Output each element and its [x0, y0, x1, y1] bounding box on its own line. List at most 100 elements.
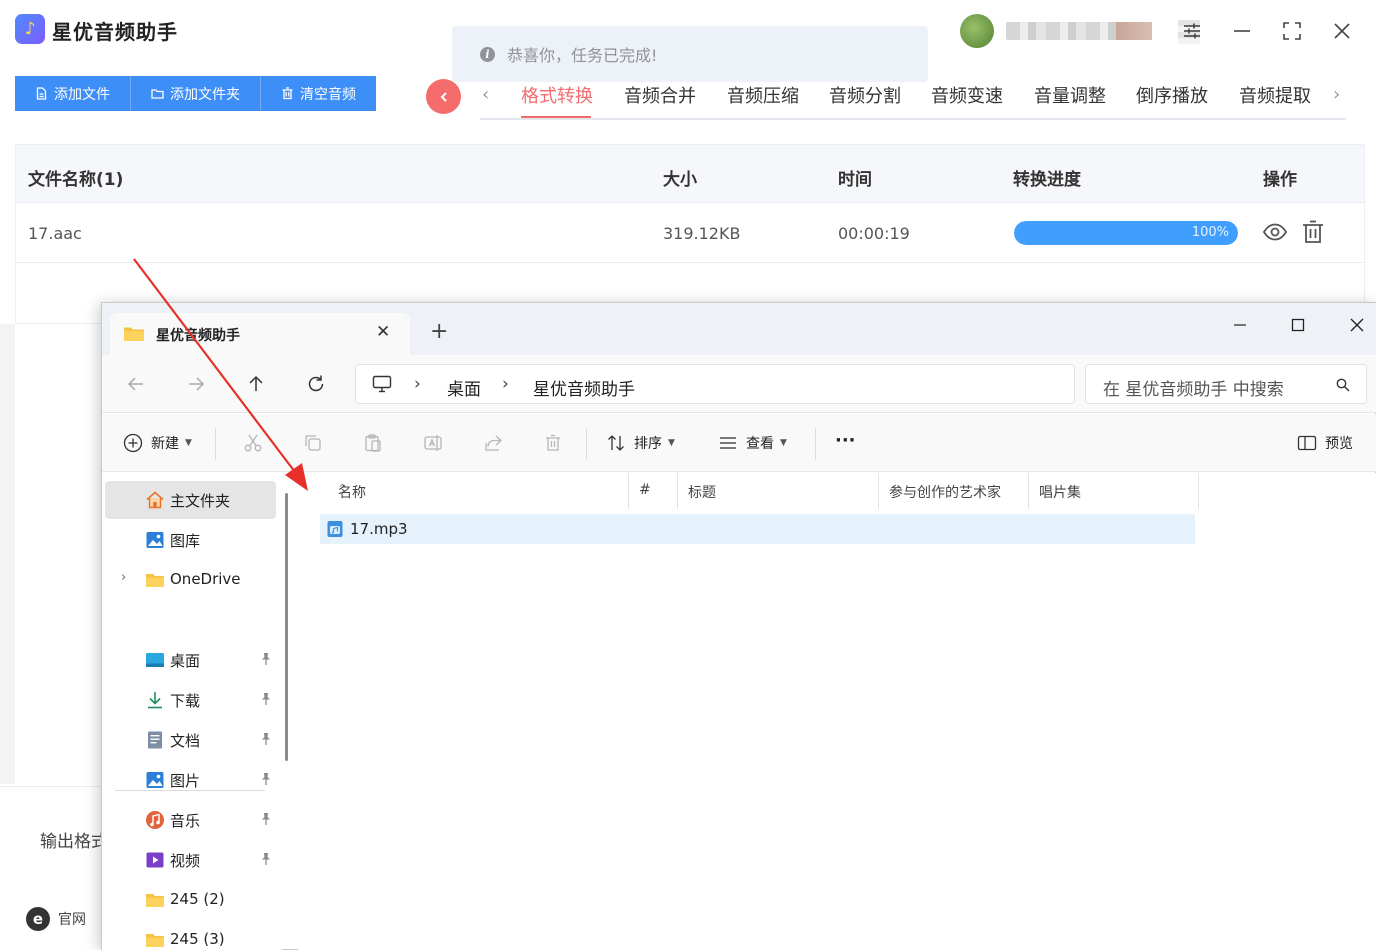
search-input[interactable]: 在 星优音频助手 中搜索 [1085, 364, 1367, 404]
forward-arrow-icon[interactable] [185, 373, 207, 395]
pin-icon[interactable] [260, 732, 272, 746]
sort-button[interactable]: 排序 ▼ [606, 433, 675, 453]
tabs-prev-arrow-icon[interactable]: ‹ [482, 84, 489, 105]
chevron-down-icon: ▼ [780, 438, 787, 448]
document-icon [148, 731, 162, 749]
view-button[interactable]: 查看 ▼ [718, 433, 787, 453]
new-button[interactable]: 新建 ▼ [123, 433, 192, 453]
col-header-album[interactable]: 唱片集 [1029, 473, 1199, 509]
sidebar-item-desktop[interactable]: 桌面 [105, 641, 276, 679]
tab-audio-merge[interactable]: 音频合并 [624, 82, 696, 108]
sidebar-item-label: 245 (3) [170, 930, 225, 948]
sidebar-scrollbar[interactable] [285, 493, 288, 761]
tabs-next-arrow-icon[interactable]: › [1333, 84, 1340, 105]
col-time: 时间 [838, 170, 872, 190]
sidebar-item-pictures[interactable]: 图片 [105, 761, 276, 799]
paste-icon[interactable] [363, 433, 383, 453]
pin-icon[interactable] [260, 812, 272, 826]
expand-chevron-icon[interactable]: › [121, 570, 126, 585]
app-toolbar: 添加文件 添加文件夹 清空音频 [15, 76, 376, 111]
preview-pane-button[interactable]: 预览 [1297, 433, 1353, 453]
address-bar[interactable]: › 桌面 › 星优音频助手 [355, 364, 1075, 404]
list-item[interactable]: 17.mp3 [320, 514, 1195, 544]
file-icon [36, 87, 47, 100]
up-arrow-icon[interactable] [245, 373, 267, 395]
desktop-icon [146, 653, 164, 667]
delete-trash-icon[interactable] [1299, 218, 1327, 246]
sidebar-item-folder-245-3[interactable]: 245 (3) [105, 921, 276, 950]
close-icon[interactable] [1327, 16, 1357, 46]
refresh-icon[interactable] [305, 373, 327, 395]
sidebar-item-home[interactable]: 主文件夹 [105, 481, 276, 519]
download-icon [148, 692, 162, 709]
tab-audio-split[interactable]: 音频分割 [829, 82, 901, 108]
rename-icon[interactable] [423, 433, 443, 453]
tab-audio-compress[interactable]: 音频压缩 [727, 82, 799, 108]
sidebar-item-label: 245 (2) [170, 890, 225, 908]
back-arrow-icon[interactable] [125, 373, 147, 395]
file-explorer-window: 星优音频助手 ✕ + › 桌面 › 星优音频助手 在 星优音频助手 中搜索 新建… [101, 302, 1376, 950]
explorer-maximize-icon[interactable] [1286, 313, 1310, 337]
sidebar-item-downloads[interactable]: 下载 [105, 681, 276, 719]
tab-format-convert[interactable]: 格式转换 [521, 82, 593, 108]
tab-close-icon[interactable]: ✕ [376, 322, 390, 342]
view-label: 查看 [746, 436, 774, 452]
tab-volume-adjust[interactable]: 音量调整 [1034, 82, 1106, 108]
col-file-name: 文件名称(1) [28, 170, 124, 190]
add-folder-button[interactable]: 添加文件夹 [131, 76, 261, 111]
app-background-panel [0, 324, 15, 784]
explorer-tab-title: 星优音频助手 [156, 328, 240, 344]
delete-icon[interactable] [543, 433, 563, 453]
tab-scroll-left-button[interactable] [426, 79, 461, 114]
col-header-label: 唱片集 [1039, 485, 1081, 501]
sidebar-item-videos[interactable]: 视频 [105, 841, 276, 879]
sidebar-item-label: 桌面 [170, 652, 201, 670]
new-tab-icon[interactable]: + [430, 321, 448, 343]
add-file-button[interactable]: 添加文件 [15, 76, 131, 111]
toast-message: 恭喜你，任务已完成! [507, 46, 658, 65]
pin-icon[interactable] [260, 652, 272, 666]
pin-icon[interactable] [260, 772, 272, 786]
pin-icon[interactable] [260, 692, 272, 706]
more-options-icon[interactable]: ··· [835, 430, 856, 451]
explorer-tab[interactable]: 星优音频助手 ✕ [110, 313, 410, 355]
user-name-blurred [1006, 22, 1152, 40]
sidebar-item-gallery[interactable]: 图库 [105, 521, 276, 559]
preview-eye-icon[interactable] [1261, 218, 1289, 246]
sidebar-item-onedrive[interactable]: › OneDrive [105, 561, 276, 599]
explorer-close-icon[interactable] [1345, 313, 1369, 337]
fullscreen-icon[interactable] [1277, 16, 1307, 46]
view-list-icon [720, 437, 736, 449]
explorer-command-bar: 新建 ▼ 排序 ▼ 查看 ▼ ··· 预览 [102, 414, 1376, 472]
col-header-name[interactable]: ^ 名称 [328, 473, 629, 509]
tab-reverse-play[interactable]: 倒序播放 [1136, 82, 1208, 108]
copy-icon[interactable] [303, 433, 323, 453]
website-label: 官网 [58, 912, 86, 928]
col-header-number[interactable]: # [629, 473, 678, 509]
clear-audio-button[interactable]: 清空音频 [261, 76, 376, 111]
cut-icon[interactable] [243, 433, 263, 453]
col-header-title[interactable]: 标题 [678, 473, 879, 509]
explorer-minimize-icon[interactable] [1228, 313, 1252, 337]
website-link[interactable]: e 官网 [26, 907, 86, 931]
col-header-artist[interactable]: 参与创作的艺术家 [879, 473, 1029, 509]
folder-icon [146, 574, 164, 587]
success-toast: i 恭喜你，任务已完成! [452, 26, 928, 82]
settings-sliders-icon[interactable] [1177, 16, 1207, 46]
active-tab-indicator [521, 116, 591, 118]
tab-audio-speed[interactable]: 音频变速 [931, 82, 1003, 108]
table-row[interactable]: 17.aac 319.12KB 00:00:19 100% [16, 203, 1364, 263]
tab-audio-extract[interactable]: 音频提取 [1239, 82, 1311, 108]
breadcrumb-desktop[interactable]: 桌面 [447, 375, 481, 400]
folder-icon [151, 89, 164, 99]
search-icon [1336, 378, 1350, 392]
sidebar-item-documents[interactable]: 文档 [105, 721, 276, 759]
sidebar-item-folder-245-2[interactable]: 245 (2) [105, 881, 276, 919]
share-icon[interactable] [483, 433, 503, 453]
pin-icon[interactable] [260, 852, 272, 866]
sidebar-item-label: 文档 [170, 732, 201, 750]
breadcrumb-app-folder[interactable]: 星优音频助手 [533, 375, 635, 400]
user-avatar[interactable] [960, 14, 994, 48]
sidebar-item-music[interactable]: 音乐 [105, 801, 276, 839]
minimize-icon[interactable] [1227, 16, 1257, 46]
